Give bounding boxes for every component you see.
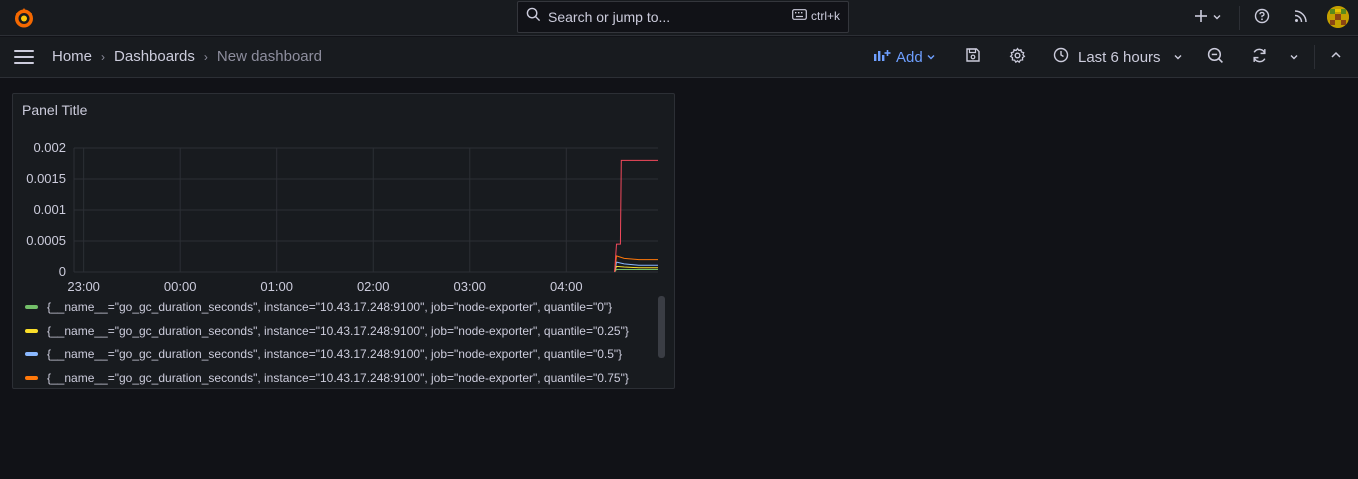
search-input[interactable]: Search or jump to... ctrl+k [517,1,849,33]
grafana-logo-icon[interactable] [12,6,36,30]
zoom-out-icon [1207,47,1224,68]
search-placeholder: Search or jump to... [548,9,671,25]
clock-icon [1053,47,1069,67]
divider [1239,6,1240,30]
legend-swatch [25,305,38,309]
chevron-down-icon [926,49,936,66]
legend-swatch [25,375,38,380]
chevron-right-icon: › [203,49,208,64]
x-tick-label: 23:00 [67,279,100,294]
legend-swatch [25,352,38,356]
add-label: Add [896,48,923,66]
zoom-out-button[interactable] [1207,37,1224,77]
save-icon [965,47,981,67]
breadcrumb-current: New dashboard [216,48,322,65]
collapse-button[interactable] [1329,37,1343,77]
x-tick-label: 04:00 [550,279,583,294]
shortcut-text: ctrl+k [810,9,840,23]
collapse-icon [1329,48,1343,66]
chevron-down-icon [1173,49,1183,66]
x-tick-label: 02:00 [357,279,390,294]
refresh-icon [1251,47,1268,68]
save-button[interactable] [965,37,981,77]
add-button[interactable]: Add [873,37,936,77]
settings-button[interactable] [1009,37,1026,77]
x-tick-label: 01:00 [260,279,293,294]
avatar[interactable] [1327,6,1349,28]
x-tick-label: 00:00 [164,279,197,294]
chevron-down-icon [1212,9,1222,27]
help-button[interactable] [1254,0,1270,36]
keyboard-icon [792,9,807,23]
legend-swatch [25,328,38,333]
time-range-picker[interactable]: Last 6 hours [1053,37,1183,77]
legend-scrollbar[interactable] [658,296,665,358]
legend-label: {__name__="go_gc_duration_seconds", inst… [47,347,623,361]
y-tick-label: 0.002 [33,140,66,155]
rss-icon [1293,8,1309,29]
y-tick-label: 0.001 [33,202,66,217]
dashboard-nav-bar: Home › Dashboards › New dashboard Add La… [0,37,1358,78]
new-menu-button[interactable] [1193,0,1222,36]
legend-item[interactable]: {__name__="go_gc_duration_seconds", inst… [25,322,629,340]
legend-item[interactable]: {__name__="go_gc_duration_seconds", inst… [25,369,629,387]
divider [1314,45,1315,69]
legend-label: {__name__="go_gc_duration_seconds", inst… [47,300,613,314]
news-button[interactable] [1293,0,1309,36]
y-tick-label: 0 [59,264,66,279]
legend-label: {__name__="go_gc_duration_seconds", inst… [47,370,629,385]
refresh-button[interactable] [1251,37,1268,77]
shortcut-hint: ctrl+k [792,9,840,23]
breadcrumb-home[interactable]: Home [52,48,92,65]
plus-icon [1193,8,1209,29]
breadcrumb-dashboards[interactable]: Dashboards [114,48,195,65]
top-bar: Search or jump to... ctrl+k [0,0,1358,36]
add-panel-icon [873,48,891,66]
legend-item[interactable]: {__name__="go_gc_duration_seconds", inst… [25,345,622,363]
chart-legend: {__name__="go_gc_duration_seconds", inst… [25,296,665,386]
settings-icon [1009,46,1026,68]
chevron-right-icon: › [101,49,106,64]
chevron-down-icon [1289,49,1299,66]
x-tick-label: 03:00 [453,279,486,294]
refresh-interval-dropdown[interactable] [1289,37,1299,77]
legend-item[interactable]: {__name__="go_gc_duration_seconds", inst… [25,298,612,316]
menu-icon[interactable] [14,50,34,64]
legend-label: {__name__="go_gc_duration_seconds", inst… [47,323,629,338]
breadcrumb: Home › Dashboards › New dashboard [52,48,322,65]
help-icon [1254,8,1270,29]
y-tick-label: 0.0005 [26,233,66,248]
time-range-label: Last 6 hours [1078,48,1161,66]
y-tick-label: 0.0015 [26,171,66,186]
time-series-chart[interactable]: 0 0.0005 0.001 0.0015 0.002 23:00 00:00 01:00 02… [13,94,674,294]
dashboard-panel[interactable]: Panel Title 0 0.0005 0.001 0.0015 0.002 23:00… [12,93,675,389]
search-icon [526,7,541,27]
series-line-4 [614,159,658,273]
